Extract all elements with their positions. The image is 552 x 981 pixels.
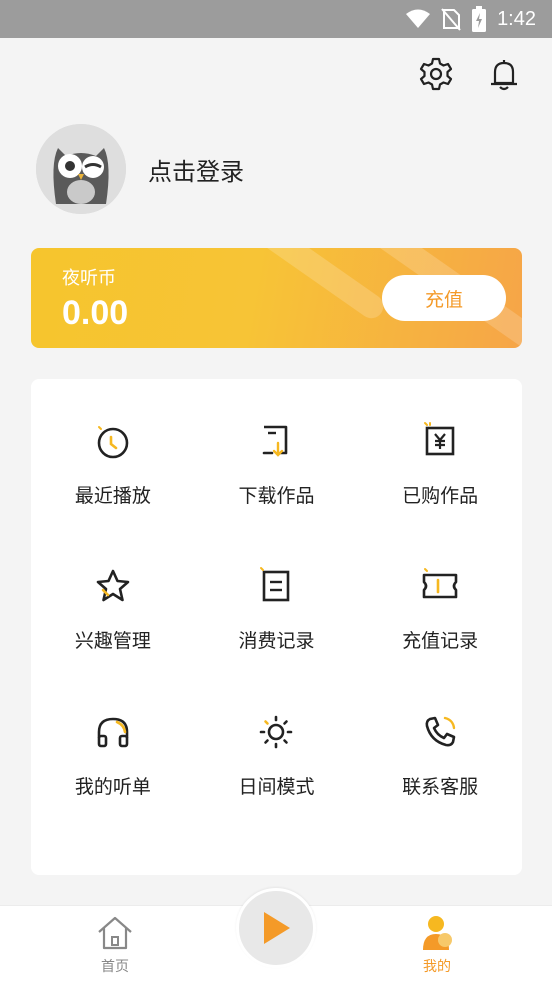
status-bar: 1:42 [0, 0, 552, 38]
card-decoration [194, 248, 388, 323]
menu-item-downloads[interactable]: 下载作品 [195, 419, 359, 564]
menu-item-label: 消费记录 [238, 630, 315, 653]
nav-mine[interactable]: 我的 [397, 914, 477, 976]
menu-item-recharge-records[interactable]: 充值记录 [358, 564, 522, 709]
user-icon [423, 916, 452, 950]
menu-item-purchased[interactable]: 已购作品 [358, 419, 522, 564]
yen-receipt-icon [424, 422, 455, 456]
no-sim-icon [441, 8, 461, 31]
menu-item-label: 充值记录 [402, 630, 479, 653]
nav-home-label: 首页 [101, 959, 129, 975]
status-time: 1:42 [497, 7, 536, 30]
headphones-icon [97, 717, 129, 747]
coin-title: 夜听币 [62, 268, 116, 289]
profile-row[interactable]: 点击登录 [36, 124, 244, 214]
battery-icon [472, 6, 487, 32]
coin-balance: 0.00 [62, 294, 129, 332]
avatar[interactable] [36, 124, 126, 214]
menu-item-label: 兴趣管理 [74, 630, 151, 653]
nav-home[interactable]: 首页 [75, 914, 155, 976]
phone-icon [425, 716, 456, 747]
play-button[interactable] [236, 888, 316, 968]
menu-card: 最近播放 下载作品 已购作品 兴趣管理 消费记录 充值记录 我的听单 日间模式 … [31, 379, 522, 875]
menu-item-recent-play[interactable]: 最近播放 [31, 419, 195, 564]
clock-icon [97, 426, 129, 459]
menu-item-playlist[interactable]: 我的听单 [31, 710, 195, 855]
star-icon [96, 570, 130, 602]
menu-item-label: 已购作品 [402, 485, 479, 507]
menu-item-label: 联系客服 [402, 775, 479, 798]
gear-icon[interactable] [418, 56, 454, 92]
menu-item-label: 下载作品 [238, 485, 315, 507]
sun-icon [260, 715, 293, 748]
recharge-button[interactable]: 充值 [382, 275, 506, 321]
menu-item-label: 最近播放 [74, 485, 151, 507]
menu-item-label: 我的听单 [74, 775, 151, 798]
bell-icon[interactable] [486, 56, 522, 92]
coin-card: 夜听币 0.00 充值 [31, 248, 522, 348]
wifi-icon [406, 9, 431, 28]
login-link[interactable]: 点击登录 [148, 152, 244, 187]
top-actions [418, 56, 522, 92]
home-icon [98, 916, 132, 950]
play-icon [264, 912, 290, 944]
ticket-icon [422, 568, 458, 599]
download-icon [263, 425, 288, 457]
menu-item-consumption[interactable]: 消费记录 [195, 564, 359, 709]
menu-item-label: 日间模式 [238, 775, 315, 798]
owl-avatar-icon [36, 124, 126, 214]
list-document-icon [260, 567, 290, 602]
menu-item-interests[interactable]: 兴趣管理 [31, 564, 195, 709]
nav-mine-label: 我的 [423, 959, 451, 975]
menu-item-customer-service[interactable]: 联系客服 [358, 710, 522, 855]
menu-item-day-mode[interactable]: 日间模式 [195, 710, 359, 855]
